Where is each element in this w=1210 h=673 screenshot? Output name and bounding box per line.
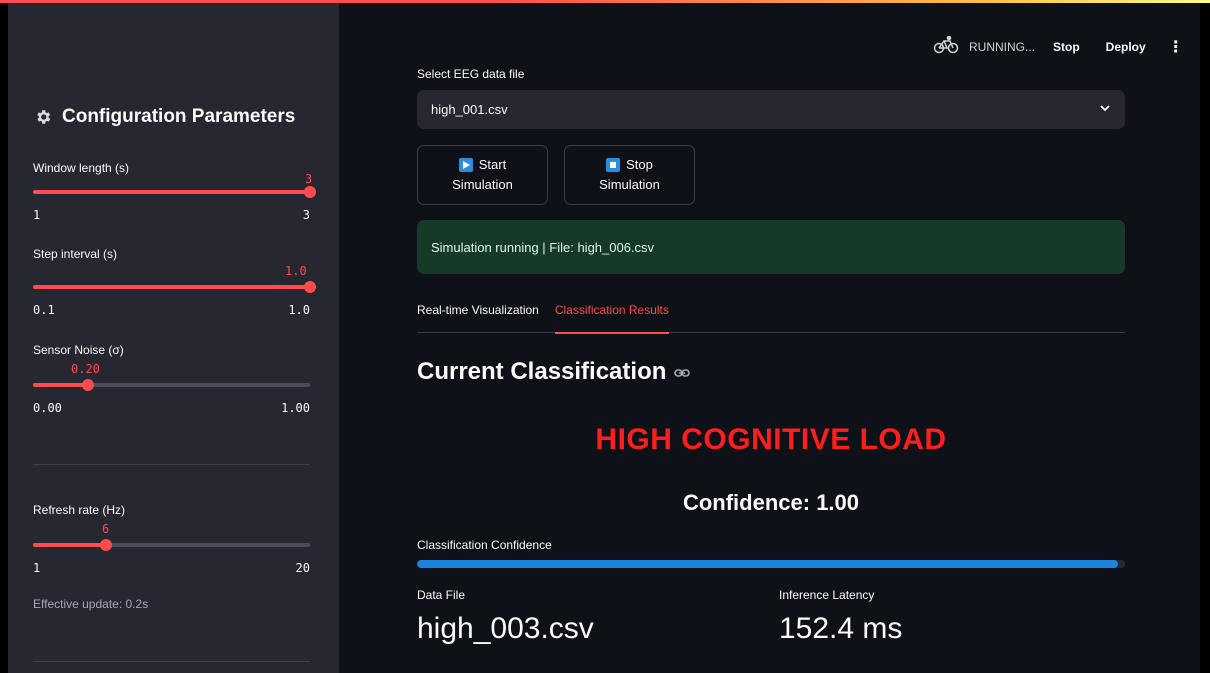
- slider-value: 3: [305, 172, 313, 186]
- confidence-progress-bar: [417, 560, 1125, 568]
- stop-icon: [606, 158, 621, 172]
- slider-label: Window length (s): [33, 161, 130, 175]
- confidence-progress-fill: [417, 560, 1118, 568]
- file-select[interactable]: high_001.csv: [417, 90, 1125, 129]
- confidence-text: Confidence: 1.00: [682, 490, 860, 515]
- slider-fill: [33, 285, 310, 289]
- slider-range: 0.00 1.00: [33, 401, 310, 415]
- slider-track[interactable]: [33, 379, 310, 391]
- slider-track[interactable]: [33, 186, 316, 198]
- slider-thumb[interactable]: [100, 539, 112, 551]
- gear-icon: [34, 108, 52, 126]
- slider-label: Sensor Noise (σ): [33, 343, 124, 357]
- top-decoration-bar: [0, 0, 1210, 3]
- sidebar: Configuration Parameters Window length (…: [8, 3, 339, 673]
- slider-min: 1: [33, 208, 41, 222]
- progress-label: Classification Confidence: [417, 538, 552, 552]
- metric-data-file: Data File high_003.csv: [417, 588, 594, 646]
- window-border-right: [1200, 0, 1210, 673]
- file-select-label: Select EEG data file: [417, 67, 525, 81]
- play-icon: [458, 158, 473, 172]
- start-button-label-line2: Simulation: [452, 177, 513, 192]
- slider-range: 1 20: [33, 561, 310, 575]
- slider-range: 1 3: [33, 208, 310, 222]
- sidebar-title-text: Configuration Parameters: [62, 106, 296, 127]
- slider-max: 3: [302, 208, 310, 222]
- classification-result: HIGH COGNITIVE LOAD: [595, 423, 947, 456]
- start-simulation-button[interactable]: Start Simulation: [417, 145, 548, 205]
- running-status-text: RUNNING...: [969, 39, 1035, 54]
- slider-min: 0.00: [33, 401, 62, 415]
- effective-update-caption: Effective update: 0.2s: [33, 597, 149, 611]
- slider-thumb[interactable]: [304, 186, 316, 198]
- slider-max: 20: [295, 561, 310, 575]
- metric-label: Inference Latency: [779, 588, 875, 602]
- slider-label: Step interval (s): [33, 247, 118, 261]
- stop-simulation-button[interactable]: Stop Simulation: [564, 145, 695, 205]
- slider-track[interactable]: [33, 281, 316, 293]
- slider-max: 1.00: [281, 401, 310, 415]
- app-window: Configuration Parameters Window length (…: [0, 0, 1210, 673]
- stop-button-label-line2: Simulation: [599, 177, 660, 192]
- sidebar-title: Configuration Parameters: [34, 106, 295, 128]
- slider-label: Refresh rate (Hz): [33, 503, 126, 517]
- slider-fill: [33, 190, 310, 194]
- section-heading: Current Classification: [417, 358, 691, 386]
- slider-max: 1.0: [288, 303, 310, 317]
- deploy-button[interactable]: Deploy: [1106, 40, 1146, 54]
- stop-run-button[interactable]: Stop: [1053, 40, 1080, 54]
- tab-classification-results[interactable]: Classification Results: [554, 302, 669, 334]
- running-bicycle-icon: [933, 35, 959, 57]
- anchor-link-icon[interactable]: [674, 358, 691, 386]
- slider-track[interactable]: [33, 539, 310, 551]
- window-border-left: [0, 0, 8, 673]
- file-select-value: high_001.csv: [431, 102, 508, 117]
- slider-value: 0.20: [71, 362, 100, 376]
- slider-range: 0.1 1.0: [33, 303, 310, 317]
- tab-bar: Real-time Visualization Classification R…: [417, 302, 1125, 334]
- slider-value: 1.0: [285, 264, 307, 278]
- simulation-status-text: Simulation running | File: high_006.csv: [431, 239, 655, 255]
- slider-fill: [33, 383, 88, 387]
- slider-refresh-rate: Refresh rate (Hz) 6 1 20: [33, 503, 310, 575]
- sidebar-divider: [33, 464, 310, 465]
- chevron-down-icon: [1099, 102, 1111, 117]
- main-menu-icon[interactable]: ⋮: [1168, 37, 1184, 57]
- slider-thumb[interactable]: [304, 281, 316, 293]
- section-heading-text: Current Classification: [417, 358, 667, 385]
- slider-value: 6: [102, 522, 110, 536]
- stop-button-label: Stop: [626, 157, 653, 172]
- metric-value: high_003.csv: [417, 612, 594, 645]
- simulation-status-alert: Simulation running | File: high_006.csv: [417, 220, 1125, 274]
- slider-min: 1: [33, 561, 41, 575]
- sidebar-divider: [33, 661, 310, 662]
- start-button-label: Start: [478, 157, 507, 172]
- slider-thumb[interactable]: [82, 379, 94, 391]
- slider-fill: [33, 543, 106, 547]
- metric-inference-latency: Inference Latency 152.4 ms: [779, 588, 902, 646]
- tab-realtime-visualization[interactable]: Real-time Visualization: [417, 302, 539, 332]
- slider-sensor-noise: Sensor Noise (σ) 0.20 0.00 1.00: [33, 343, 310, 415]
- slider-window-length: Window length (s) 3 1 3: [33, 161, 316, 222]
- header-status: RUNNING... Stop Deploy ⋮: [933, 35, 1184, 57]
- slider-step-interval: Step interval (s) 1.0 0.1 1.0: [33, 247, 316, 317]
- metric-label: Data File: [417, 588, 466, 602]
- slider-min: 0.1: [33, 303, 55, 317]
- metric-value: 152.4 ms: [779, 612, 903, 645]
